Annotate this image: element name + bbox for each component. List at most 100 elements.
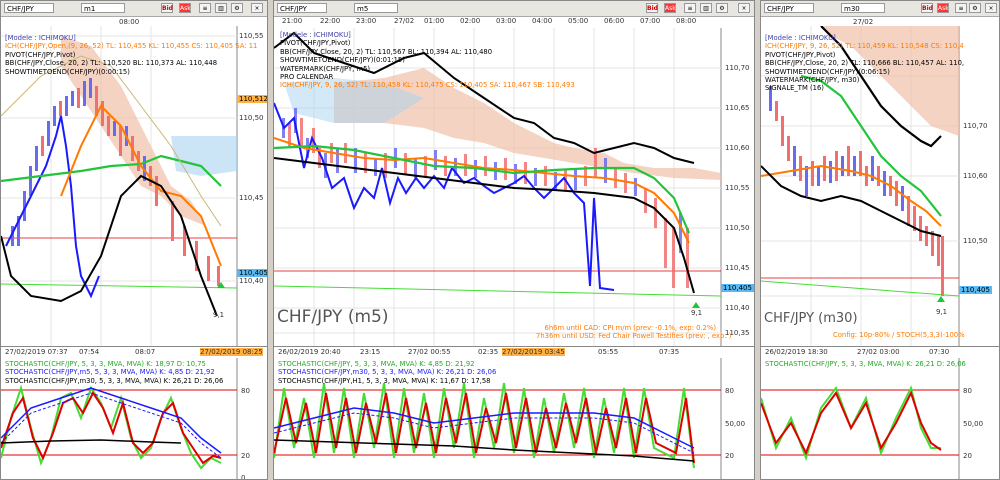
- legend-line: PIVOT(CHF/JPY,Pivot): [765, 50, 836, 59]
- legend-line: STOCHASTIC(CHF/JPY,m30, 5, 3, 3, MVA, MV…: [5, 376, 224, 385]
- menu-button[interactable]: ≡: [955, 3, 967, 13]
- top-time-label: 08:00: [119, 18, 140, 26]
- x-axis: 26/02/2019 18:30 27/02 03:00 07:30: [761, 346, 999, 357]
- calendar-line: 6h6m until CAD: CPI m/m (prev: -0.1%, ex…: [544, 324, 716, 332]
- legend-line: WATERMARK(CHF/JPY, m5): [280, 64, 371, 73]
- x-label-current: 27/02/2019 08:25: [200, 348, 263, 356]
- legend-line: STOCHASTIC(CHF/JPY, 5, 3, 3, MVA, MVA) K…: [765, 360, 966, 368]
- legend-line: BB(CHF/JPY,Close, 20, 2) TL: 110,520 BL:…: [5, 59, 218, 68]
- y-tick: 110,45: [239, 194, 264, 202]
- timeframe-dropdown[interactable]: m30: [841, 3, 885, 13]
- y-tick: 110,50: [725, 224, 750, 232]
- close-icon[interactable]: ×: [738, 3, 750, 13]
- timeframe-dropdown[interactable]: m5: [354, 3, 398, 13]
- x-axis: 26/02/2019 20:40 23:15 27/02 00:55 02:35…: [274, 346, 754, 357]
- time-label: 06:00: [604, 17, 625, 25]
- legend-line: ICH(CHF/JPY,Open,(9, 26, 52) TL: 110,455…: [5, 42, 258, 51]
- chart-window-m30[interactable]: CHF/JPY m30 Bid Ask ≡ ⚙ × 27/02 110,70 1…: [760, 0, 1000, 480]
- bid-button[interactable]: Bid: [921, 3, 933, 13]
- time-label: 02:00: [460, 17, 481, 25]
- x-label: 27/02 03:00: [857, 348, 900, 356]
- stochastic-legend: STOCHASTIC(CHF/JPY, 5, 3, 3, MVA, MVA) K…: [278, 360, 496, 385]
- y-tick: 110,65: [725, 104, 750, 112]
- time-label: 07:00: [640, 17, 661, 25]
- time-label: 03:00: [496, 17, 517, 25]
- bid-button[interactable]: Bid: [161, 3, 173, 13]
- indicator-legend: [Modele : ICHIMOKU] PIVOT(CHF/JPY,Pivot)…: [280, 31, 575, 90]
- close-icon[interactable]: ×: [251, 3, 263, 13]
- legend-line: BB(CHF/JPY,Close, 20, 2) TL: 110,567 BL:…: [280, 47, 493, 56]
- time-label: 27/02: [394, 17, 415, 25]
- stoch-tick: 50,00: [963, 420, 983, 428]
- settings-button[interactable]: ⚙: [231, 3, 243, 13]
- chart-type-button[interactable]: ▥: [700, 3, 712, 13]
- close-icon[interactable]: ×: [985, 3, 997, 13]
- arrow-label: 9,1: [691, 309, 703, 317]
- x-label: 27/02 00:55: [408, 348, 451, 356]
- price-tag: 110,512: [237, 95, 268, 103]
- symbol-dropdown[interactable]: CHF/JPY: [277, 3, 327, 13]
- symbol-dropdown[interactable]: CHF/JPY: [4, 3, 54, 13]
- legend-line: ICH(CHF/JPY, 9, 26, 52) TL: 110,458 KL: …: [280, 81, 575, 90]
- x-label: 26/02/2019 18:30: [765, 348, 828, 356]
- y-tick: 110,45: [725, 264, 750, 272]
- legend-line: SHOWTIMETOEND(CHF/JPY)(0:00:15): [5, 67, 130, 76]
- time-label: 23:00: [356, 17, 377, 25]
- top-time-label: 27/02: [853, 18, 874, 26]
- time-label: 05:00: [568, 17, 589, 25]
- time-label: 08:00: [676, 17, 697, 25]
- price-tag: 110,405: [721, 284, 754, 292]
- timeframe-dropdown[interactable]: m1: [81, 3, 125, 13]
- chart-window-m5[interactable]: CHF/JPY m5 Bid Ask ≡ ▥ ⚙ × 21:00 22:00 2…: [273, 0, 755, 480]
- stochastic-legend: STOCHASTIC(CHF/JPY, 5, 3, 3, MVA, MVA) K…: [5, 360, 223, 385]
- chart-type-button[interactable]: ▥: [215, 3, 227, 13]
- legend-line: STOCHASTIC(CHF/JPY, 5, 3, 3, MVA, MVA) K…: [5, 360, 206, 368]
- stoch-tick: 0: [241, 474, 245, 480]
- watermark: CHF/JPY (m30): [764, 311, 858, 326]
- ask-button[interactable]: Ask: [937, 3, 949, 13]
- x-label: 27/02/2019 07:37: [5, 348, 68, 356]
- indicator-legend: [Modele : ICHIMOKU] ICH(CHF/JPY, 9, 26, …: [765, 34, 964, 93]
- config-label: Config: 10p-80% / STOCH(5,3,3)-100%: [833, 331, 965, 339]
- arrow-label: 9,1: [213, 311, 225, 319]
- y-tick: 110,70: [963, 122, 988, 130]
- settings-button[interactable]: ⚙: [969, 3, 981, 13]
- x-label: 07:54: [79, 348, 100, 356]
- y-tick: 110,50: [963, 237, 988, 245]
- x-label: 07:30: [929, 348, 950, 356]
- stoch-tick: 50,00: [725, 420, 745, 428]
- arrow-label: 9,1: [936, 308, 948, 316]
- legend-line: [Modele : ICHIMOKU]: [765, 34, 836, 42]
- y-tick: 110,60: [725, 144, 750, 152]
- legend-line: ICH(CHF/JPY, 9, 26, 52) TL: 110,459 KL: …: [765, 42, 964, 51]
- calendar-line: 7h36m until USD: Fed Chair Powell Testif…: [536, 332, 732, 341]
- ask-button[interactable]: Ask: [664, 3, 676, 13]
- legend-line: WATERMARK(CHF/JPY, m30): [765, 76, 860, 85]
- time-label: 21:00: [282, 17, 303, 25]
- stochastic-chart[interactable]: 80 50,00 20: [761, 358, 1000, 480]
- ask-button[interactable]: Ask: [179, 3, 191, 13]
- time-label: 04:00: [532, 17, 553, 25]
- menu-button[interactable]: ≡: [199, 3, 211, 13]
- stochastic-legend: STOCHASTIC(CHF/JPY, 5, 3, 3, MVA, MVA) K…: [765, 360, 966, 368]
- y-tick: 110,40: [725, 304, 750, 312]
- chart-window-m1[interactable]: CHF/JPY m1 Bid Ask ≡ ▥ ⚙ × 08:00 110,55 …: [0, 0, 268, 480]
- stoch-tick: 20: [241, 452, 250, 460]
- legend-line: PIVOT(CHF/JPY,Pivot): [5, 50, 76, 59]
- x-label-current: 27/02/2019 03:45: [502, 348, 565, 356]
- legend-line: [Modele : ICHIMOKU]: [280, 31, 351, 39]
- settings-button[interactable]: ⚙: [716, 3, 728, 13]
- bid-button[interactable]: Bid: [646, 3, 658, 13]
- stoch-tick: 80: [725, 387, 734, 395]
- legend-line: PIVOT(CHF/JPY,Pivot): [280, 39, 351, 48]
- calendar-events: 6h6m until CAD: CPI m/m (prev: -0.1%, ex…: [536, 324, 732, 341]
- indicator-legend: [Modele : ICHIMOKU] ICH(CHF/JPY,Open,(9,…: [5, 34, 257, 76]
- stoch-tick: 80: [241, 387, 250, 395]
- legend-line: STOCHASTIC(CHF/JPY,m5, 5, 3, 3, MVA, MVA…: [5, 368, 215, 377]
- x-label: 23:15: [360, 348, 381, 356]
- menu-button[interactable]: ≡: [684, 3, 696, 13]
- legend-line: SIGNALE_TM (16): [765, 84, 824, 93]
- symbol-dropdown[interactable]: CHF/JPY: [764, 3, 814, 13]
- time-label: 01:00: [424, 17, 445, 25]
- chart-toolbar: CHF/JPY m30 Bid Ask ≡ ⚙ ×: [761, 1, 999, 17]
